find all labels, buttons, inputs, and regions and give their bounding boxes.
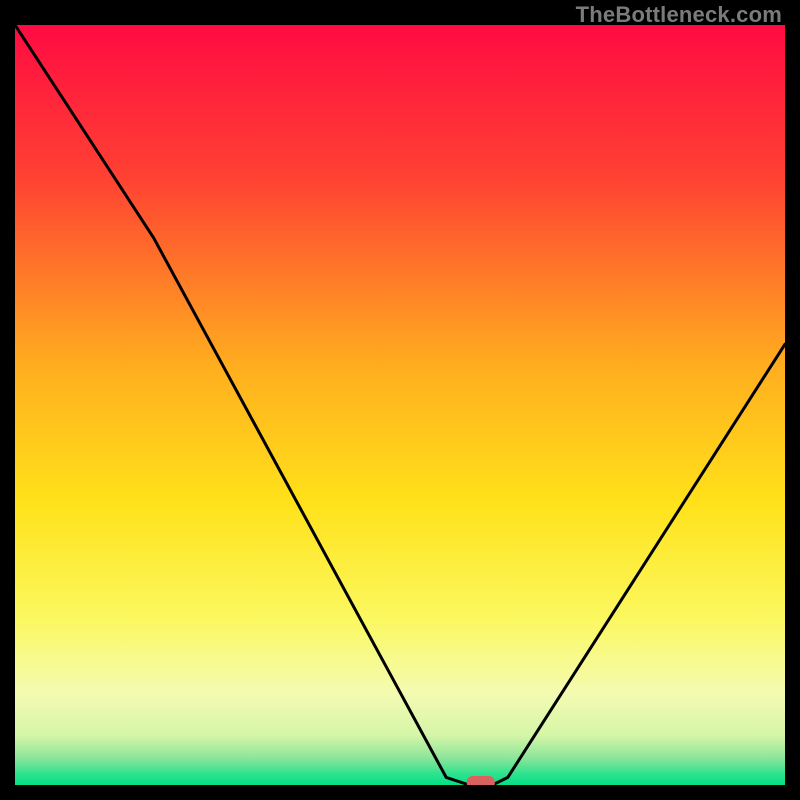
chart-svg xyxy=(15,25,785,785)
optimum-marker xyxy=(467,776,495,785)
chart-background xyxy=(15,25,785,785)
chart-frame xyxy=(15,25,785,785)
